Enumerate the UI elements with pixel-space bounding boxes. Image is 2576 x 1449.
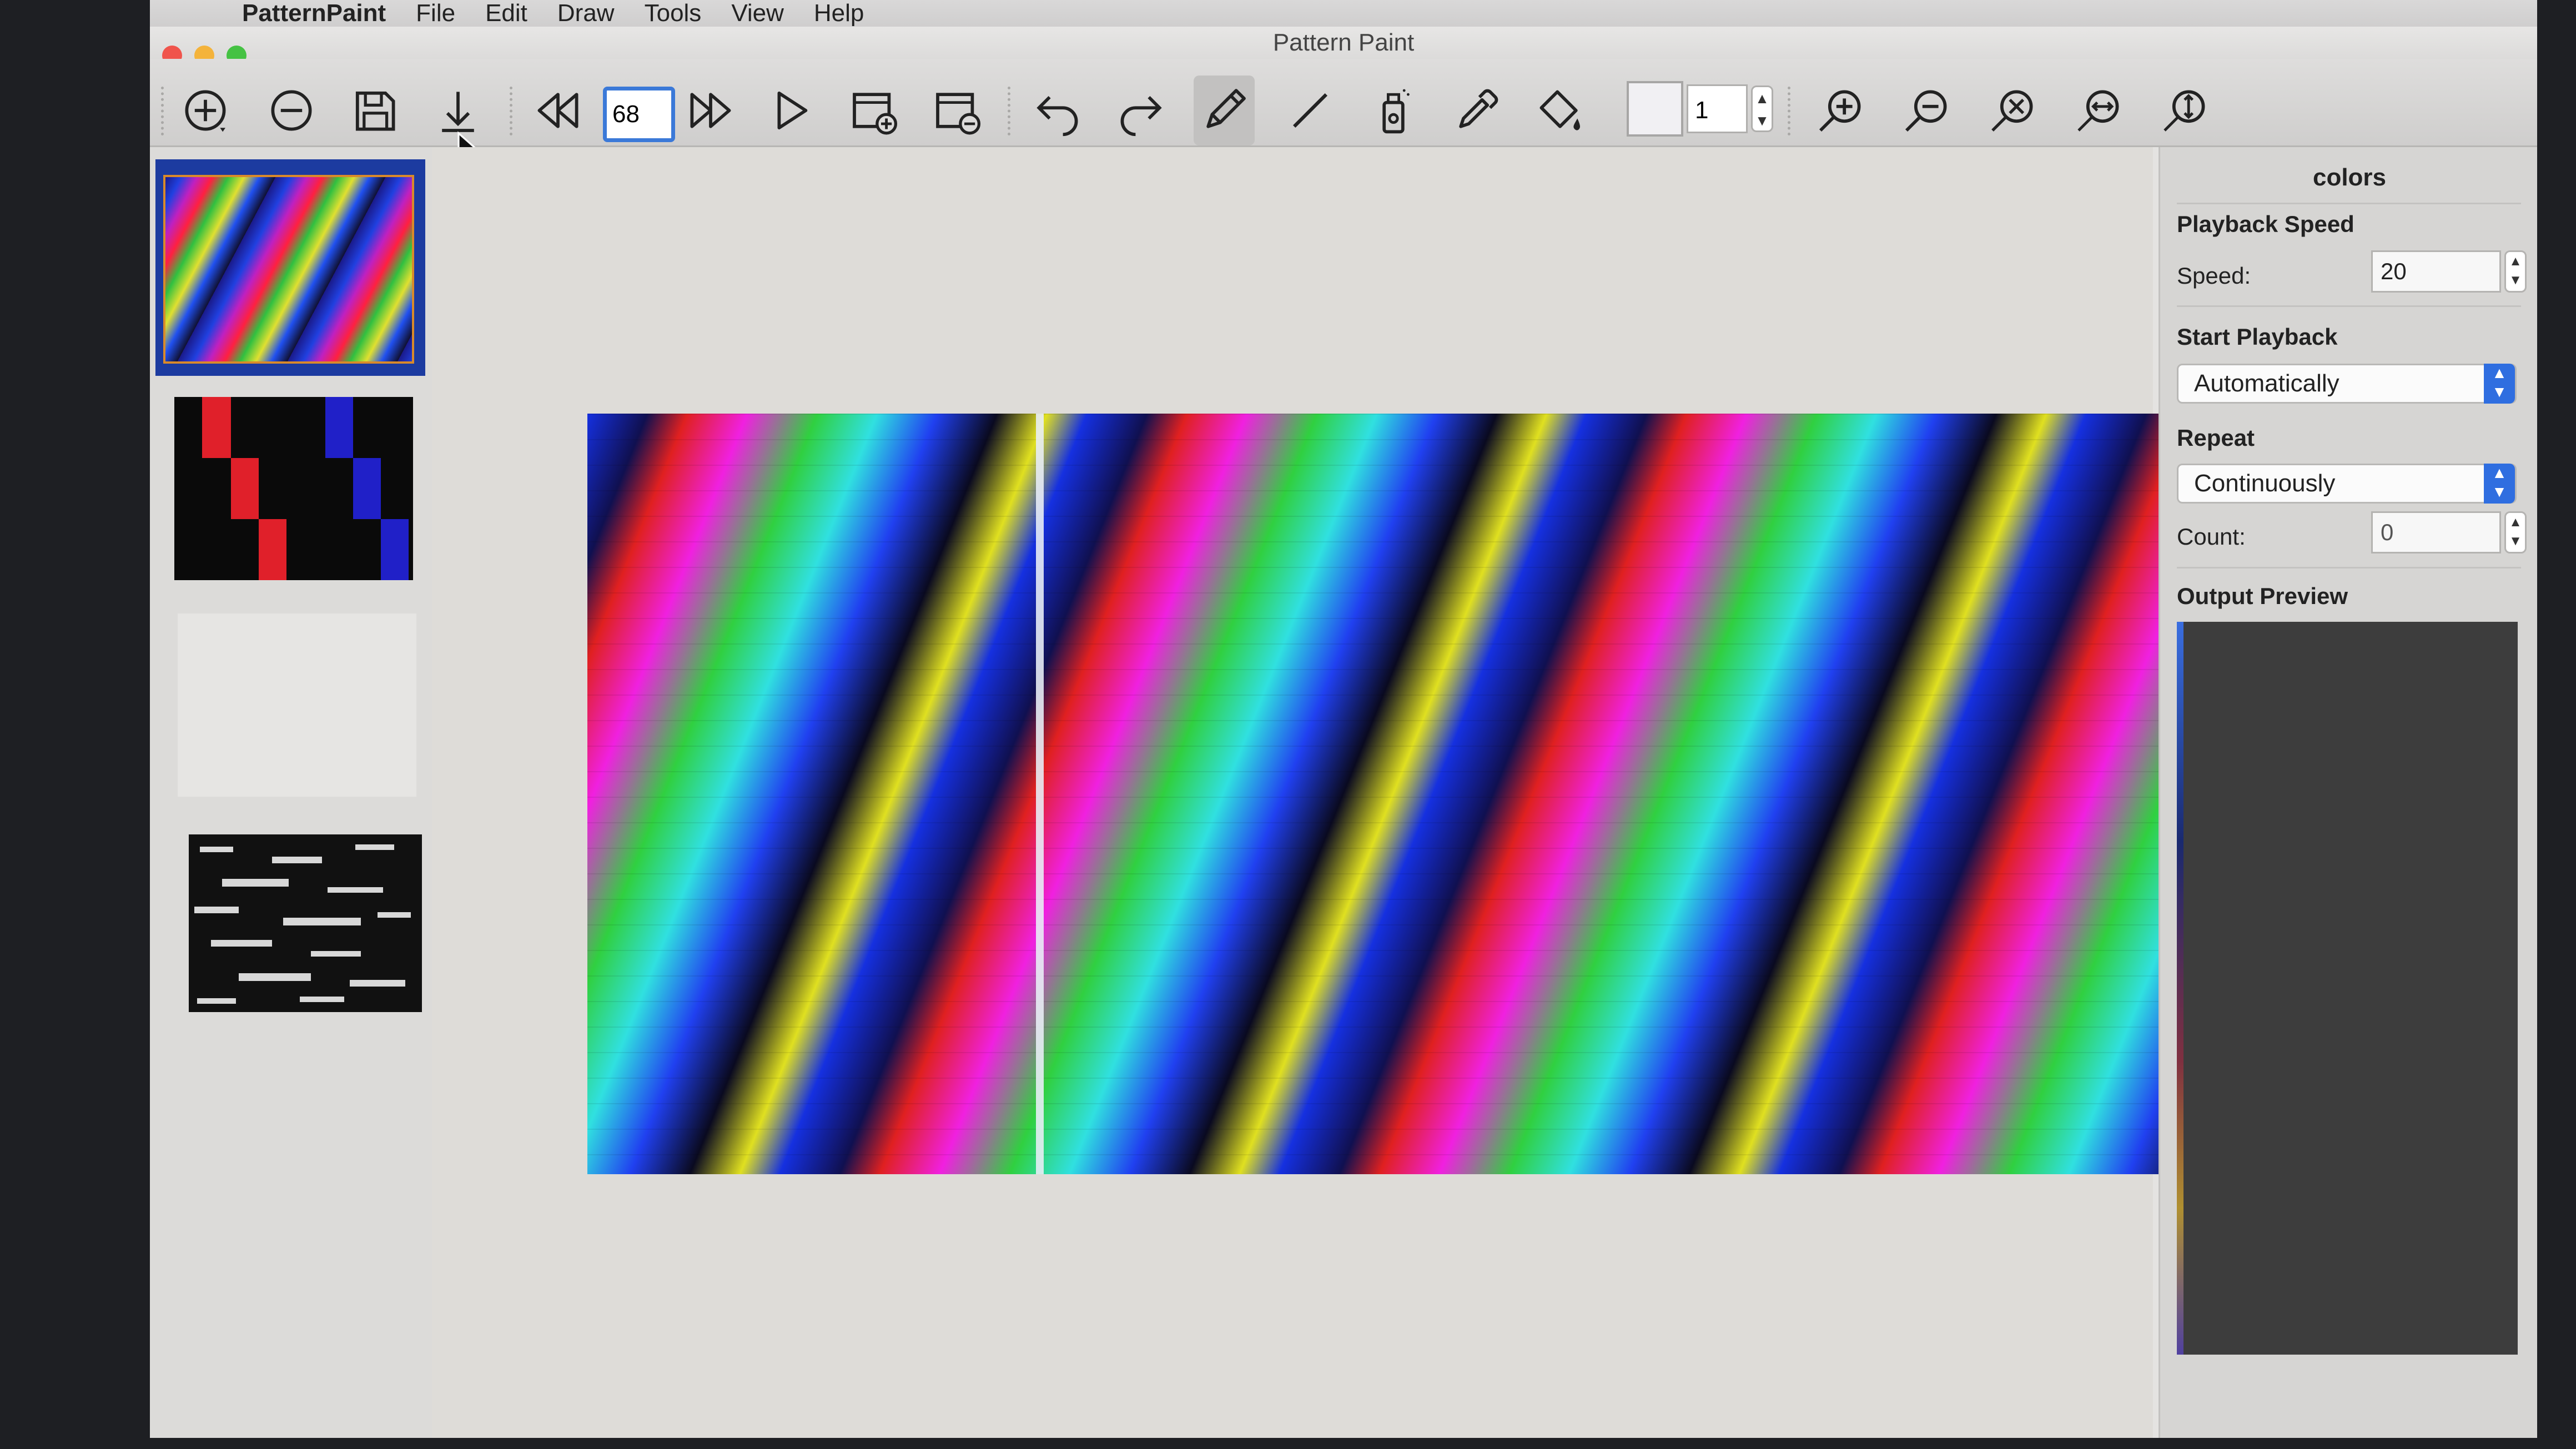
pattern-thumbnail-colors[interactable] xyxy=(163,175,414,364)
frame-number-field[interactable]: 68 xyxy=(603,87,675,142)
repeat-select[interactable]: Continuously ▲ ▼ xyxy=(2177,464,2517,504)
menu-bar: PatternPaint File Edit Draw Tools View H… xyxy=(150,0,2537,27)
pattern-thumbnail-red-blue[interactable] xyxy=(174,397,413,580)
toolbar-separator xyxy=(1008,87,1010,135)
menu-app-name[interactable]: PatternPaint xyxy=(242,0,386,27)
repeat-value: Continuously xyxy=(2194,470,2336,497)
pattern-list xyxy=(150,147,432,1438)
menu-tools[interactable]: Tools xyxy=(645,0,702,27)
pattern-pixels xyxy=(587,414,2272,1174)
redo-icon[interactable] xyxy=(1110,80,1171,141)
divider xyxy=(2177,305,2521,307)
window-title: Pattern Paint xyxy=(150,27,2537,59)
menu-view[interactable]: View xyxy=(731,0,784,27)
output-preview-led-strip xyxy=(2177,622,2183,1355)
toolbar: 68 1 ▲ ▼ xyxy=(150,59,2537,147)
pattern-canvas[interactable] xyxy=(587,414,2272,1174)
speed-field[interactable]: 20 xyxy=(2371,250,2501,293)
menu-draw[interactable]: Draw xyxy=(557,0,615,27)
count-stepper[interactable]: ▲ ▼ xyxy=(2504,511,2527,554)
toolbar-separator xyxy=(161,87,164,135)
spray-icon[interactable] xyxy=(1363,80,1424,141)
start-playback-value: Automatically xyxy=(2194,370,2339,397)
stroke-size-stepper[interactable]: ▲ ▼ xyxy=(1751,85,1773,132)
output-preview xyxy=(2177,622,2518,1355)
screen: PatternPaint File Edit Draw Tools View H… xyxy=(150,0,2537,1438)
zoom-height-icon[interactable] xyxy=(2154,80,2215,141)
zoom-width-icon[interactable] xyxy=(2068,80,2129,141)
eyedropper-icon[interactable] xyxy=(1446,80,1507,141)
pattern-name-title: colors xyxy=(2312,164,2387,191)
pencil-icon[interactable] xyxy=(1194,76,1255,145)
stroke-size-field[interactable]: 1 xyxy=(1687,84,1748,133)
toolbar-separator xyxy=(510,87,512,135)
delete-frame-icon[interactable] xyxy=(927,80,988,141)
chevron-updown-icon: ▲ ▼ xyxy=(2484,464,2515,504)
zoom-out-icon[interactable] xyxy=(1896,80,1957,141)
speed-label: Speed: xyxy=(2177,263,2251,289)
add-icon[interactable] xyxy=(175,80,236,141)
playhead-line[interactable] xyxy=(1036,414,1044,1174)
chevron-updown-icon: ▲ ▼ xyxy=(2484,364,2515,404)
line-icon[interactable] xyxy=(1280,80,1341,141)
start-playback-heading: Start Playback xyxy=(2177,324,2338,350)
count-field[interactable]: 0 xyxy=(2371,511,2501,554)
play-icon[interactable] xyxy=(761,80,822,141)
pattern-thumbnail-noise[interactable] xyxy=(189,834,422,1012)
add-frame-icon[interactable] xyxy=(844,80,905,141)
repeat-heading: Repeat xyxy=(2177,425,2255,451)
remove-icon[interactable] xyxy=(261,80,322,141)
playback-speed-heading: Playback Speed xyxy=(2177,211,2354,237)
count-label: Count: xyxy=(2177,524,2246,550)
menu-edit[interactable]: Edit xyxy=(485,0,527,27)
rewind-icon[interactable] xyxy=(527,80,588,141)
pattern-thumbnail-blank[interactable] xyxy=(178,613,416,797)
menu-help[interactable]: Help xyxy=(814,0,864,27)
fill-icon[interactable] xyxy=(1530,80,1591,141)
zoom-in-icon[interactable] xyxy=(1810,80,1871,141)
canvas-area xyxy=(432,147,2272,1438)
divider xyxy=(2177,203,2521,204)
zoom-fit-icon[interactable] xyxy=(1982,80,2043,141)
toolbar-separator xyxy=(1788,87,1790,135)
menu-file[interactable]: File xyxy=(416,0,455,27)
undo-icon[interactable] xyxy=(1027,80,1088,141)
divider xyxy=(2177,567,2521,568)
inspector-panel: colors Playback Speed Speed: 20 ▲ ▼ Start… xyxy=(2159,147,2537,1438)
fast-forward-icon[interactable] xyxy=(680,80,741,141)
speed-stepper[interactable]: ▲ ▼ xyxy=(2504,250,2527,293)
save-icon[interactable] xyxy=(344,80,405,141)
color-well[interactable] xyxy=(1627,81,1683,137)
output-preview-heading: Output Preview xyxy=(2177,583,2348,609)
start-playback-select[interactable]: Automatically ▲ ▼ xyxy=(2177,364,2517,404)
